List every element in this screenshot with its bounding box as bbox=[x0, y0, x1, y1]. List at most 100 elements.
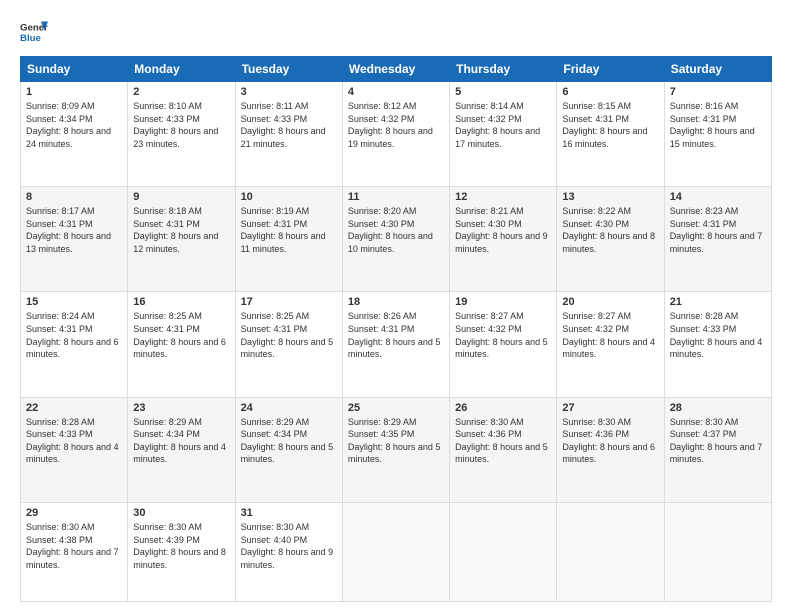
calendar-cell: 19 Sunrise: 8:27 AMSunset: 4:32 PMDayligh… bbox=[450, 292, 557, 397]
cell-info: Sunrise: 8:12 AMSunset: 4:32 PMDaylight:… bbox=[348, 101, 433, 149]
calendar-cell: 18 Sunrise: 8:26 AMSunset: 4:31 PMDayligh… bbox=[342, 292, 449, 397]
day-number: 22 bbox=[26, 402, 122, 414]
calendar-cell: 5 Sunrise: 8:14 AMSunset: 4:32 PMDaylight… bbox=[450, 82, 557, 187]
day-number: 27 bbox=[562, 402, 658, 414]
svg-text:Blue: Blue bbox=[20, 33, 41, 44]
day-number: 17 bbox=[241, 296, 337, 308]
day-number: 26 bbox=[455, 402, 551, 414]
cell-info: Sunrise: 8:21 AMSunset: 4:30 PMDaylight:… bbox=[455, 206, 548, 254]
day-number: 1 bbox=[26, 86, 122, 98]
cell-info: Sunrise: 8:11 AMSunset: 4:33 PMDaylight:… bbox=[241, 101, 326, 149]
col-header-wednesday: Wednesday bbox=[342, 57, 449, 82]
cell-info: Sunrise: 8:28 AMSunset: 4:33 PMDaylight:… bbox=[670, 311, 763, 359]
calendar-cell: 15 Sunrise: 8:24 AMSunset: 4:31 PMDayligh… bbox=[21, 292, 128, 397]
cell-info: Sunrise: 8:15 AMSunset: 4:31 PMDaylight:… bbox=[562, 101, 647, 149]
cell-info: Sunrise: 8:17 AMSunset: 4:31 PMDaylight:… bbox=[26, 206, 111, 254]
calendar-cell bbox=[450, 502, 557, 601]
calendar-cell: 3 Sunrise: 8:11 AMSunset: 4:33 PMDaylight… bbox=[235, 82, 342, 187]
cell-info: Sunrise: 8:30 AMSunset: 4:40 PMDaylight:… bbox=[241, 522, 334, 570]
calendar-cell: 30 Sunrise: 8:30 AMSunset: 4:39 PMDayligh… bbox=[128, 502, 235, 601]
day-number: 28 bbox=[670, 402, 766, 414]
day-number: 11 bbox=[348, 191, 444, 203]
day-number: 19 bbox=[455, 296, 551, 308]
cell-info: Sunrise: 8:09 AMSunset: 4:34 PMDaylight:… bbox=[26, 101, 111, 149]
calendar-cell bbox=[342, 502, 449, 601]
calendar-cell: 22 Sunrise: 8:28 AMSunset: 4:33 PMDayligh… bbox=[21, 397, 128, 502]
col-header-saturday: Saturday bbox=[664, 57, 771, 82]
day-number: 7 bbox=[670, 86, 766, 98]
calendar-cell: 4Sunrise: 8:12 AMSunset: 4:32 PMDaylight… bbox=[342, 82, 449, 187]
day-number: 14 bbox=[670, 191, 766, 203]
day-number: 31 bbox=[241, 507, 337, 519]
day-number: 23 bbox=[133, 402, 229, 414]
calendar-cell: 11 Sunrise: 8:20 AMSunset: 4:30 PMDayligh… bbox=[342, 187, 449, 292]
day-number: 16 bbox=[133, 296, 229, 308]
day-number: 6 bbox=[562, 86, 658, 98]
cell-info: Sunrise: 8:27 AMSunset: 4:32 PMDaylight:… bbox=[562, 311, 655, 359]
calendar-cell: 26 Sunrise: 8:30 AMSunset: 4:36 PMDayligh… bbox=[450, 397, 557, 502]
day-number: 2 bbox=[133, 86, 229, 98]
col-header-tuesday: Tuesday bbox=[235, 57, 342, 82]
calendar-cell: 17 Sunrise: 8:25 AMSunset: 4:31 PMDayligh… bbox=[235, 292, 342, 397]
cell-info: Sunrise: 8:24 AMSunset: 4:31 PMDaylight:… bbox=[26, 311, 119, 359]
day-number: 12 bbox=[455, 191, 551, 203]
cell-info: Sunrise: 8:30 AMSunset: 4:36 PMDaylight:… bbox=[562, 417, 655, 465]
day-number: 9 bbox=[133, 191, 229, 203]
day-number: 30 bbox=[133, 507, 229, 519]
day-number: 5 bbox=[455, 86, 551, 98]
cell-info: Sunrise: 8:22 AMSunset: 4:30 PMDaylight:… bbox=[562, 206, 655, 254]
calendar-cell: 23 Sunrise: 8:29 AMSunset: 4:34 PMDayligh… bbox=[128, 397, 235, 502]
col-header-thursday: Thursday bbox=[450, 57, 557, 82]
cell-info: Sunrise: 8:27 AMSunset: 4:32 PMDaylight:… bbox=[455, 311, 548, 359]
cell-info: Sunrise: 8:28 AMSunset: 4:33 PMDaylight:… bbox=[26, 417, 119, 465]
cell-info: Sunrise: 8:30 AMSunset: 4:36 PMDaylight:… bbox=[455, 417, 548, 465]
cell-info: Sunrise: 8:29 AMSunset: 4:34 PMDaylight:… bbox=[133, 417, 226, 465]
calendar-cell: 7 Sunrise: 8:16 AMSunset: 4:31 PMDaylight… bbox=[664, 82, 771, 187]
calendar-cell: 14 Sunrise: 8:23 AMSunset: 4:31 PMDayligh… bbox=[664, 187, 771, 292]
calendar-cell: 20Sunrise: 8:27 AMSunset: 4:32 PMDayligh… bbox=[557, 292, 664, 397]
calendar-cell: 16 Sunrise: 8:25 AMSunset: 4:31 PMDayligh… bbox=[128, 292, 235, 397]
day-number: 25 bbox=[348, 402, 444, 414]
calendar-cell: 6 Sunrise: 8:15 AMSunset: 4:31 PMDaylight… bbox=[557, 82, 664, 187]
page: General Blue SundayMondayTuesdayWednesda… bbox=[0, 0, 792, 612]
cell-info: Sunrise: 8:18 AMSunset: 4:31 PMDaylight:… bbox=[133, 206, 218, 254]
calendar-cell: 24 Sunrise: 8:29 AMSunset: 4:34 PMDayligh… bbox=[235, 397, 342, 502]
col-header-friday: Friday bbox=[557, 57, 664, 82]
calendar-cell: 25Sunrise: 8:29 AMSunset: 4:35 PMDayligh… bbox=[342, 397, 449, 502]
day-number: 18 bbox=[348, 296, 444, 308]
cell-info: Sunrise: 8:30 AMSunset: 4:37 PMDaylight:… bbox=[670, 417, 763, 465]
cell-info: Sunrise: 8:25 AMSunset: 4:31 PMDaylight:… bbox=[133, 311, 226, 359]
calendar-cell: 31 Sunrise: 8:30 AMSunset: 4:40 PMDayligh… bbox=[235, 502, 342, 601]
calendar-cell: 2 Sunrise: 8:10 AMSunset: 4:33 PMDaylight… bbox=[128, 82, 235, 187]
calendar-cell bbox=[664, 502, 771, 601]
header: General Blue bbox=[20, 18, 772, 46]
calendar-cell: 12 Sunrise: 8:21 AMSunset: 4:30 PMDayligh… bbox=[450, 187, 557, 292]
cell-info: Sunrise: 8:25 AMSunset: 4:31 PMDaylight:… bbox=[241, 311, 334, 359]
day-number: 13 bbox=[562, 191, 658, 203]
cell-info: Sunrise: 8:14 AMSunset: 4:32 PMDaylight:… bbox=[455, 101, 540, 149]
cell-info: Sunrise: 8:26 AMSunset: 4:31 PMDaylight:… bbox=[348, 311, 441, 359]
day-number: 3 bbox=[241, 86, 337, 98]
day-number: 24 bbox=[241, 402, 337, 414]
cell-info: Sunrise: 8:30 AMSunset: 4:38 PMDaylight:… bbox=[26, 522, 119, 570]
col-header-sunday: Sunday bbox=[21, 57, 128, 82]
cell-info: Sunrise: 8:20 AMSunset: 4:30 PMDaylight:… bbox=[348, 206, 433, 254]
day-number: 29 bbox=[26, 507, 122, 519]
col-header-monday: Monday bbox=[128, 57, 235, 82]
cell-info: Sunrise: 8:16 AMSunset: 4:31 PMDaylight:… bbox=[670, 101, 755, 149]
cell-info: Sunrise: 8:23 AMSunset: 4:31 PMDaylight:… bbox=[670, 206, 763, 254]
logo: General Blue bbox=[20, 18, 48, 46]
day-number: 21 bbox=[670, 296, 766, 308]
cell-info: Sunrise: 8:29 AMSunset: 4:34 PMDaylight:… bbox=[241, 417, 334, 465]
calendar-cell: 21 Sunrise: 8:28 AMSunset: 4:33 PMDayligh… bbox=[664, 292, 771, 397]
day-number: 8 bbox=[26, 191, 122, 203]
day-number: 10 bbox=[241, 191, 337, 203]
cell-info: Sunrise: 8:10 AMSunset: 4:33 PMDaylight:… bbox=[133, 101, 218, 149]
calendar-cell: 9 Sunrise: 8:18 AMSunset: 4:31 PMDaylight… bbox=[128, 187, 235, 292]
calendar-cell: 29 Sunrise: 8:30 AMSunset: 4:38 PMDayligh… bbox=[21, 502, 128, 601]
calendar-cell: 27 Sunrise: 8:30 AMSunset: 4:36 PMDayligh… bbox=[557, 397, 664, 502]
day-number: 15 bbox=[26, 296, 122, 308]
calendar-cell bbox=[557, 502, 664, 601]
cell-info: Sunrise: 8:30 AMSunset: 4:39 PMDaylight:… bbox=[133, 522, 226, 570]
cell-info: Sunrise: 8:19 AMSunset: 4:31 PMDaylight:… bbox=[241, 206, 326, 254]
